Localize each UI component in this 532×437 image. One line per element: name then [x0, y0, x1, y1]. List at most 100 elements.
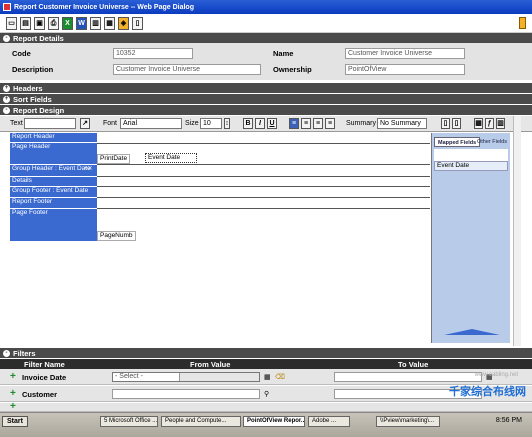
band-divider — [97, 197, 430, 198]
vertical-scrollbar[interactable] — [513, 116, 521, 346]
text-tool-icon[interactable]: ↗ — [80, 118, 90, 129]
save-icon[interactable]: ▣ — [34, 16, 45, 30]
summary-label: Summary — [346, 120, 376, 127]
calendar-icon[interactable]: ▦ — [264, 373, 271, 381]
section-report-details[interactable]: - Report Details — [0, 33, 532, 43]
design-toolbar: Text ↗ Font Arial Size 10 ↕ B I U ≡ ≡ ≡ … — [0, 116, 532, 132]
open-icon[interactable]: ▤ — [20, 16, 31, 30]
section-filters[interactable]: - Filters — [0, 348, 532, 358]
layout-icon[interactable]: ▯ — [441, 118, 450, 129]
lookup-icon[interactable]: ⚲ — [264, 390, 269, 398]
field-event-date[interactable]: Event Date — [145, 153, 197, 163]
summary-select[interactable]: No Summary — [377, 118, 427, 129]
band-report-header[interactable]: Report Header — [10, 133, 97, 143]
size-label: Size — [185, 120, 199, 127]
filter-name: Invoice Date — [22, 373, 67, 382]
from-field[interactable] — [112, 389, 260, 399]
section-title: Sort Fields — [13, 94, 52, 104]
calendar-icon[interactable]: ▦ — [474, 118, 483, 129]
italic-button[interactable]: I — [255, 118, 265, 129]
ownership-field[interactable]: PointOfView — [345, 64, 465, 75]
section-title: Report Design — [13, 105, 65, 115]
section-title: Report Details — [13, 33, 64, 43]
expand-icon[interactable]: + — [3, 84, 10, 92]
font-select[interactable]: Arial — [120, 118, 182, 129]
canvas-empty-area — [10, 243, 431, 346]
pdf-icon[interactable]: ▥ — [90, 16, 101, 30]
align-right-icon[interactable]: ≡ — [313, 118, 323, 129]
refresh-icon[interactable]: ◈ — [118, 16, 129, 30]
underline-button[interactable]: U — [267, 118, 277, 129]
design-canvas[interactable]: Report Header Page Header Group Header :… — [10, 133, 430, 243]
code-field[interactable]: 10352 — [113, 48, 193, 59]
word-icon[interactable]: W — [76, 16, 87, 30]
tab-other-fields[interactable]: Other Fields — [474, 137, 510, 147]
bold-button[interactable]: B — [243, 118, 253, 129]
exit-icon[interactable] — [519, 17, 526, 29]
add-filter-icon[interactable]: + — [10, 389, 18, 399]
task-adobe[interactable]: Adobe ... — [308, 416, 350, 427]
export-icon[interactable]: ▦ — [104, 16, 115, 30]
field-item-event-date[interactable]: Event Date — [434, 161, 508, 171]
excel-icon[interactable]: X — [62, 16, 73, 30]
collapse-icon[interactable]: - — [3, 349, 10, 357]
details-panel: Code 10352 Name Customer Invoice Univers… — [0, 43, 532, 80]
band-divider — [97, 164, 430, 165]
add-filter-icon[interactable]: + — [10, 402, 18, 412]
size-input[interactable]: 10 — [200, 118, 222, 129]
section-report-design[interactable]: - Report Design — [0, 105, 532, 115]
section-title: Headers — [13, 83, 43, 93]
size-stepper[interactable]: ↕ — [224, 118, 230, 129]
taskbar: Start 5 Microsoft Office ... People and … — [0, 412, 532, 437]
field-print-date[interactable]: PrintDate — [97, 154, 131, 164]
grid-icon[interactable]: ▥ — [496, 118, 505, 129]
task-office[interactable]: 5 Microsoft Office ... — [100, 416, 158, 427]
align-left-icon[interactable]: ≡ — [289, 118, 299, 129]
expand-icon[interactable]: + — [3, 95, 10, 103]
col-from-value: From Value — [190, 360, 231, 369]
band-group-footer[interactable]: Group Footer : Event Date — [10, 187, 97, 198]
col-to-value: To Value — [398, 360, 429, 369]
window-title: Report Customer Invoice Universe -- Web … — [14, 3, 194, 11]
text-input[interactable] — [24, 118, 76, 129]
band-divider — [97, 143, 430, 144]
collapse-icon[interactable]: - — [3, 106, 10, 114]
section-sort-fields[interactable]: + Sort Fields — [0, 94, 532, 104]
task-pview[interactable]: \\Pview\marketing\... — [376, 416, 440, 427]
start-button[interactable]: Start — [2, 416, 28, 427]
description-field[interactable]: Customer Invoice Universe — [113, 64, 261, 75]
band-page-footer[interactable]: Page Footer — [10, 209, 97, 242]
main-toolbar: ▭ ▤ ▣ ⎙ X W ▥ ▦ ◈ ▯ — [0, 14, 532, 33]
add-filter-icon[interactable]: + — [10, 372, 18, 382]
panel-arrow-icon — [444, 329, 500, 335]
band-report-footer[interactable]: Report Footer — [10, 198, 97, 209]
layout2-icon[interactable]: ▯ — [452, 118, 461, 129]
filter-name: Customer — [22, 390, 58, 399]
field-page-number[interactable]: PageNumb — [97, 231, 136, 241]
align-center-icon[interactable]: ≡ — [301, 118, 311, 129]
formula-icon[interactable]: ƒ — [485, 118, 494, 129]
collapse-icon[interactable]: - — [3, 34, 10, 42]
task-pointofview[interactable]: PointOfView Repor... — [243, 416, 305, 427]
justify-icon[interactable]: ≡ — [325, 118, 335, 129]
from-field[interactable] — [112, 372, 260, 382]
band-page-header[interactable]: Page Header — [10, 143, 97, 165]
watermark-url: www.cabling.net — [474, 372, 518, 378]
window-title-bar: Report Customer Invoice Universe -- Web … — [0, 0, 532, 14]
new-icon[interactable]: ▭ — [6, 16, 17, 30]
task-people[interactable]: People and Compute... — [161, 416, 241, 427]
name-field[interactable]: Customer Invoice Universe — [345, 48, 465, 59]
left-gutter — [0, 132, 10, 346]
print-icon[interactable]: ⎙ — [48, 16, 59, 30]
filter-row: + — [0, 402, 532, 412]
clear-icon[interactable]: ⌫ — [275, 373, 285, 381]
to-field[interactable] — [334, 372, 482, 382]
filters-header: Filter Name From Value To Value — [0, 359, 532, 369]
group-expand-icon[interactable]: +✕ — [84, 165, 93, 172]
name-label: Name — [273, 49, 294, 58]
document-icon[interactable]: ▯ — [132, 16, 143, 30]
watermark: 千家综合布线网 — [449, 386, 526, 398]
code-label: Code — [12, 49, 31, 58]
section-headers[interactable]: + Headers — [0, 83, 532, 93]
band-details[interactable]: Details — [10, 177, 97, 187]
